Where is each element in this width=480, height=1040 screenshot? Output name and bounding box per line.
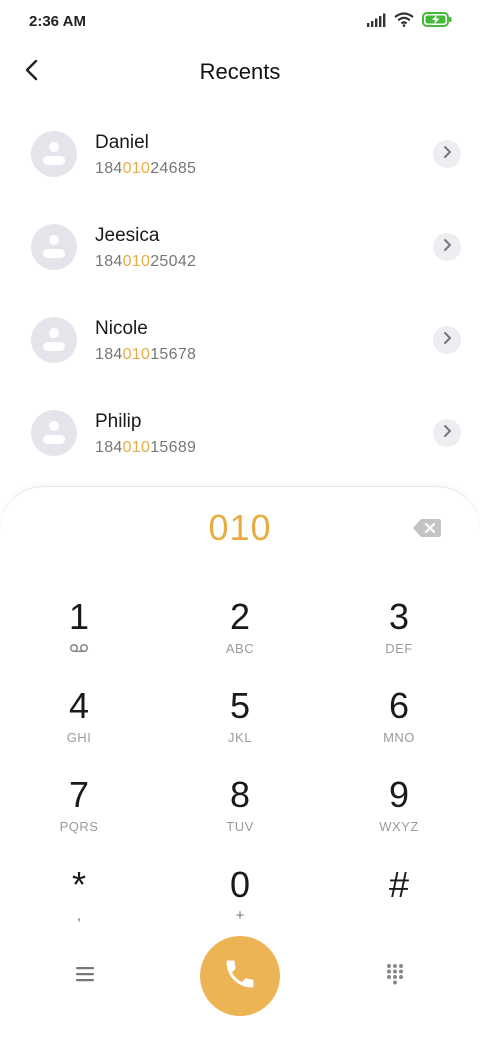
contact-number: 18401015678 — [95, 346, 197, 363]
chevron-right-icon — [442, 331, 452, 350]
avatar — [31, 131, 77, 177]
dialpad-sheet: 010 1 2 ABC 3 DEF 4 GHI 5 JKL 6 MNO 7 PQ… — [0, 486, 480, 1040]
key-2[interactable]: 2 ABC — [185, 597, 295, 669]
number-match: 010 — [122, 346, 151, 363]
header: Recents — [0, 44, 480, 100]
key-6[interactable]: 6 MNO — [344, 686, 454, 758]
dialed-number[interactable]: 010 — [0, 507, 480, 549]
contact-name: Daniel — [95, 132, 149, 153]
contact-number: 18401025042 — [95, 253, 197, 270]
chevron-right-icon — [442, 238, 452, 257]
key-8[interactable]: 8 TUV — [185, 775, 295, 847]
key-4[interactable]: 4 GHI — [24, 686, 134, 758]
keypad-toggle-button[interactable] — [376, 957, 414, 995]
recent-row[interactable]: Jeesica 18401025042 — [0, 200, 480, 293]
backspace-icon — [412, 519, 442, 543]
number-match: 010 — [122, 439, 151, 456]
status-time: 2:36 AM — [29, 13, 86, 30]
phone-icon — [222, 956, 258, 997]
page-title: Recents — [199, 59, 281, 84]
recent-row[interactable]: Daniel 18401024685 — [0, 107, 480, 200]
signal-icon — [366, 13, 386, 32]
contact-name: Philip — [95, 411, 142, 432]
call-button[interactable] — [200, 936, 280, 1016]
menu-icon — [75, 966, 95, 987]
battery-charging-icon — [422, 12, 452, 32]
contact-name: Jeesica — [95, 225, 160, 246]
voicemail-icon — [24, 641, 134, 656]
status-bar: 2:36 AM — [0, 0, 480, 44]
key-9[interactable]: 9 WXYZ — [344, 775, 454, 847]
key-7[interactable]: 7 PQRS — [24, 775, 134, 847]
contact-number: 18401015689 — [95, 439, 197, 456]
number-match: 010 — [122, 253, 151, 270]
status-icons — [366, 12, 452, 32]
number-match: 010 — [122, 160, 151, 177]
contact-detail-button[interactable] — [433, 140, 461, 168]
recent-row[interactable]: Philip 18401015689 — [0, 386, 480, 479]
keypad-icon — [385, 963, 405, 990]
key-3[interactable]: 3 DEF — [344, 597, 454, 669]
key-0[interactable]: 0 + — [185, 865, 295, 937]
key-hash[interactable]: # — [344, 865, 454, 937]
contact-detail-button[interactable] — [433, 419, 461, 447]
contact-detail-button[interactable] — [433, 326, 461, 354]
recent-row[interactable]: Nicole 18401015678 — [0, 293, 480, 386]
contact-name: Nicole — [95, 318, 148, 339]
avatar — [31, 410, 77, 456]
avatar — [31, 224, 77, 270]
key-1[interactable]: 1 — [24, 597, 134, 669]
recents-list: Daniel 18401024685 Jeesica 18401025042 N… — [0, 107, 480, 479]
wifi-icon — [394, 12, 414, 32]
key-5[interactable]: 5 JKL — [185, 686, 295, 758]
backspace-button[interactable] — [412, 517, 442, 539]
chevron-right-icon — [442, 424, 452, 443]
chevron-right-icon — [442, 145, 452, 164]
menu-button[interactable] — [66, 957, 104, 995]
key-star[interactable]: * , — [24, 865, 134, 937]
avatar — [31, 317, 77, 363]
contact-detail-button[interactable] — [433, 233, 461, 261]
contact-number: 18401024685 — [95, 160, 197, 177]
